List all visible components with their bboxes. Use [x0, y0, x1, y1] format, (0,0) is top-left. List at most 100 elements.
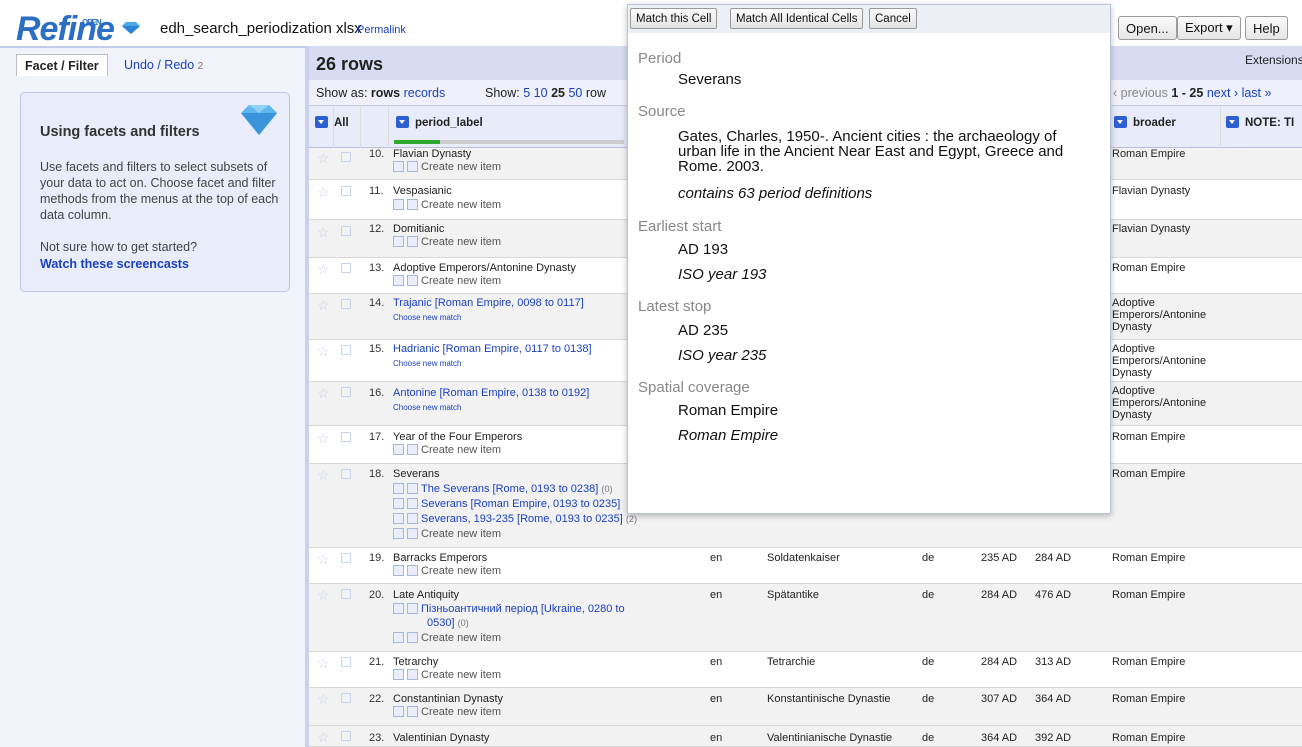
show-as-rows[interactable]: rows — [371, 86, 400, 100]
lang-cell[interactable]: de — [922, 693, 934, 705]
stop-cell[interactable]: 284 AD — [1035, 552, 1071, 564]
start-cell[interactable]: 307 AD — [981, 693, 1017, 705]
candidate-label[interactable]: Severans [Roman Empire, 0193 to 0235] — [421, 498, 620, 510]
extensions-menu[interactable]: Extensions: — [1245, 53, 1302, 67]
period-label-cell[interactable]: Adoptive Emperors/Antonine Dynasty — [393, 262, 576, 274]
period-label-cell[interactable]: Year of the Four Emperors — [393, 431, 522, 443]
star-icon[interactable]: ☆ — [317, 297, 330, 314]
page-size-50[interactable]: 50 — [568, 86, 582, 100]
create-new-item[interactable]: Create new item — [393, 669, 501, 681]
flag-icon[interactable] — [341, 226, 351, 236]
broader-cell[interactable]: Roman Empire — [1112, 693, 1185, 705]
create-new-item[interactable]: Create new item — [393, 236, 501, 248]
star-icon[interactable]: ☆ — [317, 551, 330, 568]
check-all-icon[interactable] — [407, 603, 418, 614]
match-all-identical-cells-button[interactable]: Match All Identical Cells — [730, 8, 864, 29]
flag-icon[interactable] — [341, 589, 351, 599]
check-all-icon[interactable] — [407, 275, 418, 286]
start-cell[interactable]: 284 AD — [981, 589, 1017, 601]
check-all-icon[interactable] — [407, 236, 418, 247]
check-icon[interactable] — [393, 483, 404, 494]
period-label-cell[interactable]: Flavian Dynasty — [393, 148, 471, 160]
broader-cell[interactable]: Adoptive Emperors/Antonine Dynasty — [1112, 385, 1217, 421]
lang-cell[interactable]: de — [922, 552, 934, 564]
broader-cell[interactable]: Roman Empire — [1112, 732, 1185, 744]
period-label-cell[interactable]: Tetrarchy — [393, 656, 438, 668]
matched-entity-link[interactable]: Antonine [Roman Empire, 0138 to 0192] — [393, 387, 589, 399]
check-icon[interactable] — [393, 236, 404, 247]
stop-cell[interactable]: 364 AD — [1035, 693, 1071, 705]
candidate-match[interactable]: Severans [Roman Empire, 0193 to 0235] — [393, 498, 620, 510]
column-note[interactable]: NOTE: TI — [1226, 116, 1294, 129]
lang-cell[interactable]: en — [710, 589, 722, 601]
create-new-item[interactable]: Create new item — [393, 528, 501, 540]
period-label-cell[interactable]: Domitianic — [393, 223, 444, 235]
candidate-label[interactable]: Severans, 193-235 [Rome, 0193 to 0235] — [421, 513, 623, 525]
matched-entity-link[interactable]: Trajanic [Roman Empire, 0098 to 0117] — [393, 297, 584, 309]
german-label-cell[interactable]: Tetrarchie — [767, 656, 815, 668]
flag-icon[interactable] — [341, 263, 351, 273]
broader-cell[interactable]: Roman Empire — [1112, 552, 1185, 564]
pager-last[interactable]: last » — [1242, 86, 1272, 100]
choose-new-match-link[interactable]: Choose new match — [393, 403, 461, 412]
star-icon[interactable]: ☆ — [317, 691, 330, 708]
broader-cell[interactable]: Roman Empire — [1112, 656, 1185, 668]
candidate-match[interactable]: Пізньоантичний період [Ukraine, 0280 to — [393, 603, 625, 615]
check-all-icon[interactable] — [407, 513, 418, 524]
check-icon[interactable] — [393, 513, 404, 524]
check-icon[interactable] — [393, 669, 404, 680]
check-all-icon[interactable] — [407, 161, 418, 172]
start-cell[interactable]: 364 AD — [981, 732, 1017, 744]
broader-cell[interactable]: Roman Empire — [1112, 148, 1185, 160]
check-icon[interactable] — [393, 603, 404, 614]
tab-undo-redo[interactable]: Undo / Redo 2 — [116, 54, 211, 76]
broader-cell[interactable]: Flavian Dynasty — [1112, 185, 1190, 197]
candidate-match-continued[interactable]: 0530] (0) — [427, 617, 469, 629]
candidate-label[interactable]: 0530] — [427, 617, 455, 629]
check-all-icon[interactable] — [407, 483, 418, 494]
flag-icon[interactable] — [341, 152, 351, 162]
period-label-cell[interactable]: Valentinian Dynasty — [393, 732, 489, 744]
permalink-link[interactable]: Permalink — [357, 24, 406, 36]
german-label-cell[interactable]: Konstantinische Dynastie — [767, 693, 891, 705]
check-all-icon[interactable] — [407, 565, 418, 576]
create-new-item[interactable]: Create new item — [393, 199, 501, 211]
lang-cell[interactable]: de — [922, 589, 934, 601]
project-name[interactable]: edh_search_periodization xlsx — [160, 20, 362, 37]
broader-cell[interactable]: Adoptive Emperors/Antonine Dynasty — [1112, 343, 1217, 379]
check-all-icon[interactable] — [407, 632, 418, 643]
flag-icon[interactable] — [341, 387, 351, 397]
create-new-item[interactable]: Create new item — [393, 632, 501, 644]
create-new-item[interactable]: Create new item — [393, 565, 501, 577]
star-icon[interactable]: ☆ — [317, 587, 330, 604]
lang-cell[interactable]: en — [710, 656, 722, 668]
broader-cell[interactable]: Flavian Dynasty — [1112, 223, 1190, 235]
period-label-cell[interactable]: Constantinian Dynasty — [393, 693, 503, 705]
page-size-10[interactable]: 10 — [534, 86, 548, 100]
open-button[interactable]: Open... — [1118, 16, 1177, 40]
pager-next[interactable]: next › — [1207, 86, 1238, 100]
check-icon[interactable] — [393, 498, 404, 509]
cancel-button[interactable]: Cancel — [869, 8, 917, 29]
broader-cell[interactable]: Adoptive Emperors/Antonine Dynasty — [1112, 297, 1217, 333]
flag-icon[interactable] — [341, 553, 351, 563]
german-label-cell[interactable]: Valentinianische Dynastie — [767, 732, 892, 744]
show-as-records-link[interactable]: records — [404, 86, 446, 100]
stop-cell[interactable]: 313 AD — [1035, 656, 1071, 668]
export-button[interactable]: Export ▾ — [1177, 16, 1241, 40]
star-icon[interactable]: ☆ — [317, 467, 330, 484]
choose-new-match-link[interactable]: Choose new match — [393, 313, 461, 322]
start-cell[interactable]: 284 AD — [981, 656, 1017, 668]
check-icon[interactable] — [393, 161, 404, 172]
candidate-match[interactable]: The Severans [Rome, 0193 to 0238] (0) — [393, 483, 613, 495]
broader-cell[interactable]: Roman Empire — [1112, 468, 1185, 480]
dropdown-arrow-icon[interactable] — [396, 116, 409, 128]
choose-new-match-link[interactable]: Choose new match — [393, 359, 461, 368]
check-icon[interactable] — [393, 528, 404, 539]
dropdown-arrow-icon[interactable] — [1114, 116, 1127, 128]
star-icon[interactable]: ☆ — [317, 343, 330, 360]
check-all-icon[interactable] — [407, 199, 418, 210]
star-icon[interactable]: ☆ — [317, 385, 330, 402]
period-label-cell[interactable]: Late Antiquity — [393, 589, 459, 601]
flag-icon[interactable] — [341, 731, 351, 741]
